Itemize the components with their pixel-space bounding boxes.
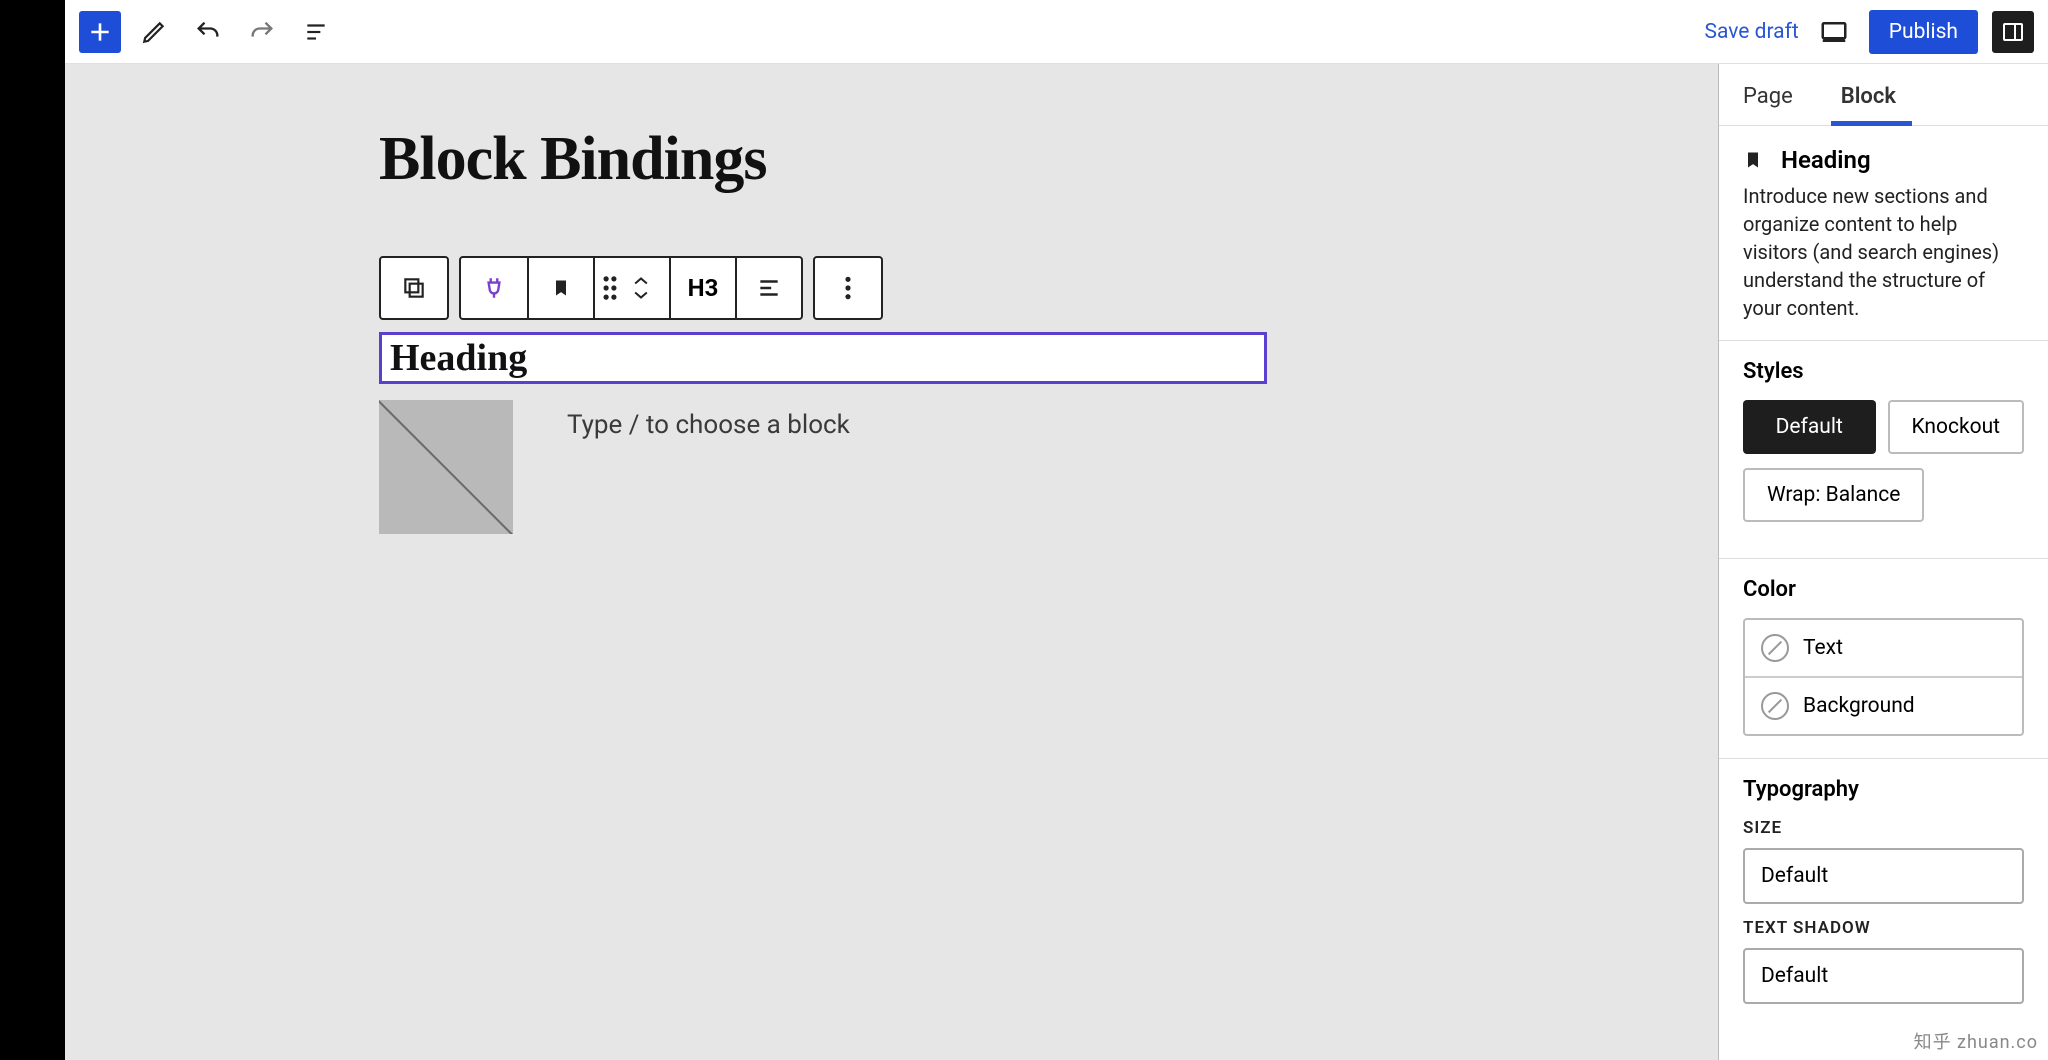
color-section: Color Text Background xyxy=(1719,559,2048,759)
publish-button[interactable]: Publish xyxy=(1869,10,1978,54)
text-shadow-select[interactable]: Default xyxy=(1743,948,2024,1004)
redo-icon xyxy=(248,18,276,46)
styles-title: Styles xyxy=(1743,359,2024,384)
color-background-label: Background xyxy=(1803,694,1915,718)
align-left-icon xyxy=(756,275,782,301)
block-toolbar-group-main: H3 xyxy=(459,256,803,320)
bookmark-icon xyxy=(1743,147,1763,173)
block-header: Heading Introduce new sections and organ… xyxy=(1719,126,2048,341)
editor-canvas[interactable]: Block Bindings xyxy=(65,64,1718,1060)
sidebar-tabs: Page Block xyxy=(1719,64,2048,126)
undo-icon xyxy=(194,18,222,46)
swatch-none-icon xyxy=(1761,692,1789,720)
drag-handle-icon[interactable] xyxy=(601,275,619,301)
color-text-button[interactable]: Text xyxy=(1745,620,2022,676)
font-size-select[interactable]: Default xyxy=(1743,848,2024,904)
save-draft-button[interactable]: Save draft xyxy=(1705,20,1799,44)
block-toolbar-group-more xyxy=(813,256,883,320)
tab-page[interactable]: Page xyxy=(1719,64,1817,125)
typography-section: Typography SIZE Default TEXT SHADOW Defa… xyxy=(1719,759,2048,1040)
redo-button[interactable] xyxy=(241,11,283,53)
style-default-button[interactable]: Default xyxy=(1743,400,1876,454)
top-toolbar-right: Save draft Publish xyxy=(1705,10,2035,54)
swatch-none-icon xyxy=(1761,634,1789,662)
plus-icon xyxy=(87,19,113,45)
typography-title: Typography xyxy=(1743,777,2024,802)
move-down-button[interactable] xyxy=(632,290,650,300)
device-icon xyxy=(1819,17,1849,47)
style-knockout-button[interactable]: Knockout xyxy=(1888,400,2025,454)
style-wrap-balance-button[interactable]: Wrap: Balance xyxy=(1743,468,1924,522)
align-button[interactable] xyxy=(735,258,801,318)
undo-button[interactable] xyxy=(187,11,229,53)
heading-block[interactable]: Heading xyxy=(379,332,1267,384)
color-text-label: Text xyxy=(1803,636,1843,660)
settings-panel-toggle[interactable] xyxy=(1992,11,2034,53)
block-toolbar: H3 xyxy=(379,256,883,320)
heading-block-text[interactable]: Heading xyxy=(390,336,527,380)
block-bindings-button[interactable] xyxy=(461,258,527,318)
tab-block[interactable]: Block xyxy=(1817,64,1920,125)
top-toolbar: Save draft Publish xyxy=(65,0,2048,64)
block-toolbar-group-transform xyxy=(379,256,449,320)
block-more-options-button[interactable] xyxy=(815,258,881,318)
text-shadow-label: TEXT SHADOW xyxy=(1743,918,2024,938)
pencil-icon xyxy=(141,19,167,45)
block-transform-button[interactable] xyxy=(381,258,447,318)
app-frame: Save draft Publish Block Bindings xyxy=(65,0,2048,1060)
paragraph-placeholder[interactable]: Type / to choose a block xyxy=(567,410,850,440)
bookmark-icon xyxy=(551,276,571,300)
size-label: SIZE xyxy=(1743,818,2024,838)
heading-block-icon-button[interactable] xyxy=(527,258,593,318)
styles-section: Styles Default Knockout Wrap: Balance xyxy=(1719,341,2048,559)
color-title: Color xyxy=(1743,577,2024,602)
copy-icon xyxy=(401,275,427,301)
settings-sidebar: Page Block Heading Introduce new section… xyxy=(1718,64,2048,1060)
heading-level-button[interactable]: H3 xyxy=(669,258,735,318)
move-up-button[interactable] xyxy=(632,276,650,286)
watermark: 知乎 zhuan.co xyxy=(1914,1028,2038,1054)
plug-icon xyxy=(481,275,507,301)
edit-mode-button[interactable] xyxy=(133,11,175,53)
image-block-placeholder[interactable] xyxy=(379,400,513,534)
preview-button[interactable] xyxy=(1813,11,1855,53)
block-type-description: Introduce new sections and organize cont… xyxy=(1743,182,2024,322)
more-vertical-icon xyxy=(844,275,852,301)
add-block-button[interactable] xyxy=(79,11,121,53)
move-stack xyxy=(619,258,663,318)
list-icon xyxy=(303,19,329,45)
block-type-title: Heading xyxy=(1781,146,1871,174)
top-toolbar-left xyxy=(79,11,337,53)
sidebar-icon xyxy=(2001,20,2025,44)
page-title[interactable]: Block Bindings xyxy=(379,124,766,195)
document-overview-button[interactable] xyxy=(295,11,337,53)
block-mover xyxy=(593,258,669,318)
color-background-button[interactable]: Background xyxy=(1745,676,2022,734)
